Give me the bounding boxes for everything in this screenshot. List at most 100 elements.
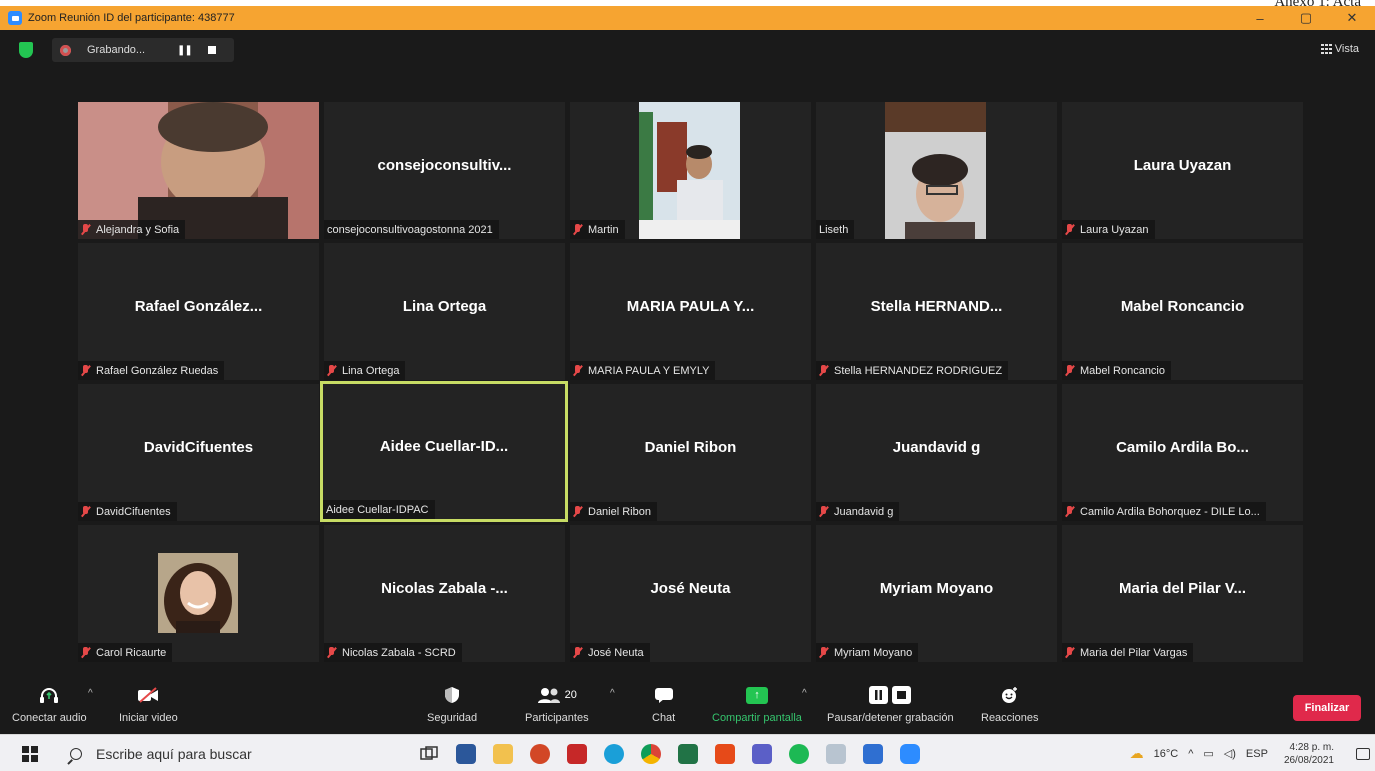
store-icon[interactable]: [854, 735, 891, 771]
security-button[interactable]: Seguridad: [427, 682, 477, 724]
chrome-icon[interactable]: [632, 735, 669, 771]
participant-name: Carol Ricaurte: [78, 643, 173, 662]
language-indicator[interactable]: ESP: [1246, 748, 1268, 760]
participant-display-name: Myriam Moyano: [879, 580, 994, 597]
tray-overflow-icon[interactable]: ^: [1188, 748, 1193, 760]
participant-display-name: Maria del Pilar V...: [1118, 580, 1246, 597]
participants-count: 20: [564, 689, 577, 701]
participant-name: Daniel Ribon: [570, 502, 657, 521]
participant-tile[interactable]: Liseth: [816, 102, 1057, 239]
edge-icon[interactable]: [595, 735, 632, 771]
participant-tile[interactable]: Juandavid g Juandavid g: [816, 384, 1057, 521]
reactions-label: Reacciones: [981, 712, 1039, 724]
participant-tile[interactable]: José Neuta José Neuta: [570, 525, 811, 662]
taskbar-clock[interactable]: 4:28 p. m. 26/08/2021: [1279, 741, 1339, 767]
security-label: Seguridad: [427, 712, 478, 724]
view-label: Vista: [1334, 43, 1359, 55]
participant-tile[interactable]: Maria del Pilar V... Maria del Pilar Var…: [1062, 525, 1303, 662]
stop-recording-icon[interactable]: [207, 46, 216, 54]
participant-display-name: Rafael González...: [134, 298, 263, 315]
participant-name: Stella HERNANDEZ RODRIGUEZ: [816, 361, 1009, 380]
participant-display-name: consejoconsultiv...: [377, 157, 512, 174]
word-icon[interactable]: [447, 735, 484, 771]
participant-tile[interactable]: Nicolas Zabala -... Nicolas Zabala - SCR…: [324, 525, 565, 662]
zoom-taskbar-icon[interactable]: [891, 735, 928, 771]
mic-muted-icon: [81, 224, 90, 235]
mic-muted-icon: [573, 365, 582, 376]
file-explorer-icon[interactable]: [484, 735, 521, 771]
reactions-button[interactable]: Reacciones: [981, 682, 1038, 724]
mic-muted-icon: [81, 647, 90, 658]
participant-tile[interactable]: Carol Ricaurte: [78, 525, 319, 662]
active-speaker-tile[interactable]: Aidee Cuellar-ID... Aidee Cuellar-IDPAC: [320, 381, 568, 522]
participant-name: Myriam Moyano: [816, 643, 919, 662]
participant-tile[interactable]: MARIA PAULA Y... MARIA PAULA Y EMYLY: [570, 243, 811, 380]
participant-display-name: DavidCifuentes: [143, 439, 254, 456]
minimize-button[interactable]: –: [1237, 6, 1283, 30]
mail-icon[interactable]: [817, 735, 854, 771]
end-meeting-button[interactable]: Finalizar: [1293, 695, 1361, 721]
participant-tile[interactable]: Rafael González... Rafael González Rueda…: [78, 243, 319, 380]
mic-muted-icon: [819, 365, 828, 376]
participant-name: Aidee Cuellar-IDPAC: [323, 500, 435, 519]
participant-tile[interactable]: Alejandra y Sofia: [78, 102, 319, 239]
smiley-icon: [1001, 682, 1019, 708]
weather-icon[interactable]: ☁: [1130, 745, 1144, 762]
game-app-icon[interactable]: [558, 735, 595, 771]
pause-stop-recording-button[interactable]: Pausar/detener grabación: [827, 682, 954, 724]
join-audio-button[interactable]: Conectar audio: [12, 682, 87, 724]
taskbar-search-box[interactable]: Escribe aquí para buscar: [56, 737, 402, 770]
participant-tile[interactable]: Lina Ortega Lina Ortega: [324, 243, 565, 380]
participant-tile[interactable]: Mabel Roncancio Mabel Roncancio: [1062, 243, 1303, 380]
clock-time: 4:28 p. m.: [1289, 741, 1334, 753]
audio-options-caret-icon[interactable]: ^: [88, 688, 93, 699]
recording-status: Grabando...: [87, 44, 146, 56]
participant-tile[interactable]: Martin: [570, 102, 811, 239]
pause-recording-icon[interactable]: ❚❚: [177, 45, 193, 56]
mic-muted-icon: [81, 365, 90, 376]
participant-tile[interactable]: Camilo Ardila Bo... Camilo Ardila Bohorq…: [1062, 384, 1303, 521]
participant-display-name: Aidee Cuellar-ID...: [379, 438, 509, 455]
network-icon[interactable]: ▭: [1203, 747, 1213, 760]
participant-tile[interactable]: Stella HERNAND... Stella HERNANDEZ RODRI…: [816, 243, 1057, 380]
spotify-icon[interactable]: [780, 735, 817, 771]
participant-tile[interactable]: Daniel Ribon Daniel Ribon: [570, 384, 811, 521]
mic-muted-icon: [573, 224, 582, 235]
participants-button[interactable]: 20 Participantes: [525, 682, 589, 724]
excel-icon[interactable]: [669, 735, 706, 771]
chat-button[interactable]: Chat: [652, 682, 675, 724]
video-off-icon: [137, 682, 159, 708]
notifications-icon[interactable]: [1356, 747, 1370, 760]
participants-label: Participantes: [525, 712, 589, 724]
view-button[interactable]: Vista: [1320, 43, 1359, 55]
maximize-button[interactable]: ▢: [1283, 6, 1329, 30]
participant-name: Laura Uyazan: [1062, 220, 1155, 239]
powerpoint-icon[interactable]: [521, 735, 558, 771]
participant-name: DavidCifuentes: [78, 502, 177, 521]
headphones-icon: [39, 682, 59, 708]
participant-video: [639, 102, 740, 239]
share-screen-button[interactable]: ↑ Compartir pantalla: [712, 682, 802, 724]
mic-muted-icon: [327, 365, 336, 376]
participant-tile[interactable]: DavidCifuentes DavidCifuentes: [78, 384, 319, 521]
task-view-icon[interactable]: [410, 735, 447, 771]
start-video-button[interactable]: Iniciar video: [119, 682, 178, 724]
share-options-caret-icon[interactable]: ^: [802, 688, 807, 699]
participants-caret-icon[interactable]: ^: [610, 688, 615, 699]
teams-icon[interactable]: [743, 735, 780, 771]
participant-display-name: Laura Uyazan: [1133, 157, 1232, 174]
weather-temp[interactable]: 16°C: [1154, 748, 1179, 760]
participant-tile[interactable]: consejoconsultiv... consejoconsultivoago…: [324, 102, 565, 239]
pause-stop-recording-label: Pausar/detener grabación: [827, 712, 954, 724]
zoom-screen: Anexo 1: Acta Zoom Reunión ID del partic…: [0, 0, 1375, 771]
participant-tile[interactable]: Laura Uyazan Laura Uyazan: [1062, 102, 1303, 239]
security-shield-icon[interactable]: [19, 42, 33, 58]
chat-icon: [654, 682, 674, 708]
participant-tile[interactable]: Myriam Moyano Myriam Moyano: [816, 525, 1057, 662]
volume-icon[interactable]: ◁): [1224, 747, 1236, 760]
search-icon: [70, 747, 82, 760]
office-icon[interactable]: [706, 735, 743, 771]
system-tray: ☁ 16°C ^ ▭ ◁) ESP 4:28 p. m. 26/08/2021: [1125, 735, 1375, 771]
close-button[interactable]: ✕: [1329, 6, 1375, 30]
windows-start-icon[interactable]: [22, 746, 38, 762]
